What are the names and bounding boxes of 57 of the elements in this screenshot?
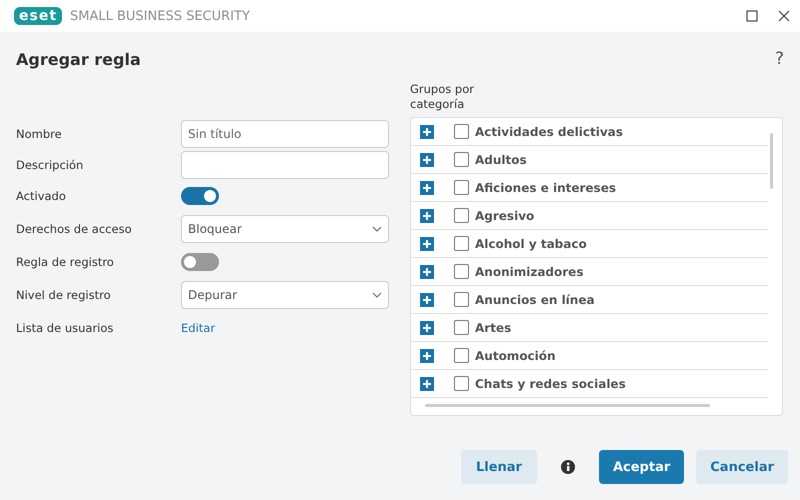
expand-icon[interactable] xyxy=(420,264,434,278)
checkbox[interactable] xyxy=(454,264,469,279)
window-title: SMALL BUSINESS SECURITY xyxy=(70,8,250,24)
chevron-down-icon xyxy=(372,292,382,298)
field-label: Lista de usuarios xyxy=(16,320,114,336)
toggle-switch[interactable] xyxy=(181,187,219,205)
field-label: Derechos de acceso xyxy=(16,222,133,236)
action-button[interactable]: Cancelar xyxy=(696,450,788,484)
field-label: Descripción xyxy=(16,158,84,172)
expand-icon[interactable] xyxy=(420,376,434,390)
dropdown[interactable]: Depurar xyxy=(181,281,389,309)
category-name: Chats y redes sociales xyxy=(475,376,626,390)
field-label: Activado xyxy=(16,188,67,204)
checkbox[interactable] xyxy=(454,376,469,391)
action-button[interactable]: Llenar xyxy=(460,450,537,484)
text-field[interactable]: Sin título xyxy=(181,120,389,148)
dropdown[interactable]: Bloquear xyxy=(181,215,389,243)
info-icon[interactable] xyxy=(560,460,575,474)
category-name: Adultos xyxy=(475,152,527,166)
category-name: Agresivo xyxy=(475,208,534,222)
category-name: Aficiones e intereses xyxy=(475,180,616,194)
category-name: Anonimizadores xyxy=(475,264,584,278)
app-logo: eset xyxy=(14,7,62,25)
help-button[interactable]: ? xyxy=(774,49,784,69)
ok-button[interactable]: Aceptar xyxy=(598,450,684,484)
category-name: Automoción xyxy=(475,348,556,362)
field-label: Nombre xyxy=(16,126,63,142)
section-label: Grupos por categoría xyxy=(410,82,475,113)
close-icon xyxy=(778,10,790,22)
text-field[interactable] xyxy=(181,151,389,179)
expand-icon[interactable] xyxy=(420,208,434,222)
checkbox[interactable] xyxy=(454,180,469,195)
expand-icon[interactable] xyxy=(420,124,434,138)
category-name: Artes xyxy=(475,320,512,334)
expand-icon[interactable] xyxy=(420,236,434,250)
category-name: Alcohol y tabaco xyxy=(475,236,587,250)
category-name: Anuncios en línea xyxy=(475,292,595,306)
checkbox[interactable] xyxy=(454,152,469,167)
checkbox[interactable] xyxy=(454,124,469,139)
checkbox[interactable] xyxy=(454,236,469,251)
dialog-title: Agregar regla xyxy=(16,50,141,68)
expand-icon[interactable] xyxy=(420,180,434,194)
expand-icon[interactable] xyxy=(420,348,434,362)
toggle-switch[interactable] xyxy=(181,253,219,271)
checkbox[interactable] xyxy=(454,292,469,307)
expand-icon[interactable] xyxy=(420,320,434,334)
field-label: Nivel de registro xyxy=(16,288,112,302)
expand-icon[interactable] xyxy=(420,152,434,166)
field-label: Regla de registro xyxy=(16,254,115,270)
category-name: Actividades delictivas xyxy=(475,124,623,138)
checkbox[interactable] xyxy=(454,320,469,335)
checkbox[interactable] xyxy=(454,208,469,223)
edit-link[interactable]: Editar xyxy=(181,321,216,335)
checkbox[interactable] xyxy=(454,348,469,363)
chevron-down-icon xyxy=(372,226,382,232)
maximize-icon xyxy=(746,10,758,22)
expand-icon[interactable] xyxy=(420,292,434,306)
